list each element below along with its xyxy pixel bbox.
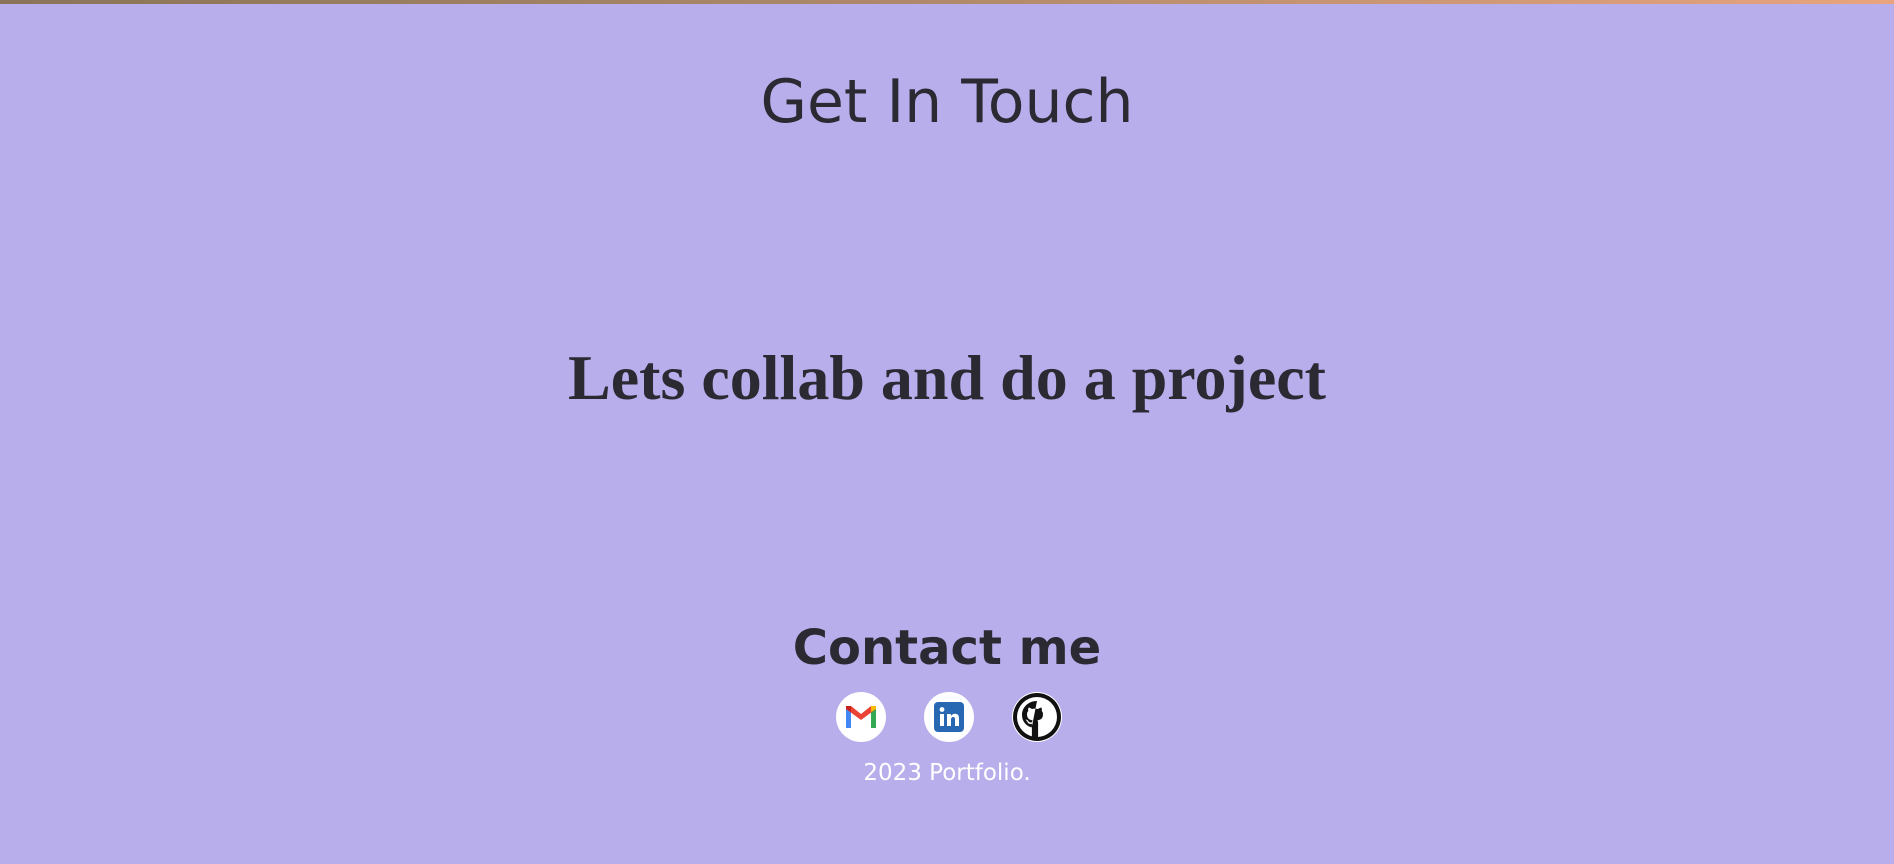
github-link[interactable]: [1012, 692, 1062, 742]
gmail-link[interactable]: [836, 692, 886, 742]
linkedin-link[interactable]: [924, 692, 974, 742]
linkedin-icon: [934, 702, 964, 732]
copyright-text: 2023 Portfolio.: [863, 760, 1031, 786]
contact-heading: Contact me: [792, 620, 1102, 676]
social-links: [836, 692, 1062, 742]
collab-tagline: Lets collab and do a project: [568, 342, 1326, 413]
gmail-icon: [844, 704, 878, 730]
page-title: Get In Touch: [760, 67, 1134, 137]
top-accent-bar: [0, 0, 1894, 4]
github-icon: [1012, 692, 1062, 742]
